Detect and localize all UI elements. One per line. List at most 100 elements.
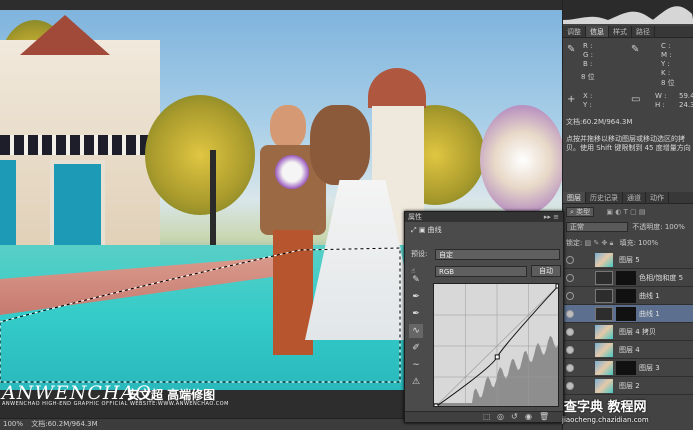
eyedropper-icon: ✎ [567, 44, 576, 55]
info-hint-text: 点按并拖移以移动图层或移动选区的拷贝。使用 Shift 键限制到 45 度增量方… [566, 135, 691, 152]
curve-control-point[interactable] [434, 403, 439, 407]
lock-icons[interactable]: ▨ ✎ ✥ 🔒︎ [585, 239, 614, 247]
layer-name: 图层 5 [619, 256, 640, 264]
visibility-icon[interactable]: ◉ [525, 412, 532, 421]
layer-row[interactable]: 图层 3 [563, 359, 693, 377]
lock-row: 锁定: ▨ ✎ ✥ 🔒︎ 填充: 100% [563, 236, 693, 250]
pencil-icon[interactable]: ✐ [409, 341, 423, 355]
layer-row[interactable]: 色相/饱和度 5 [563, 269, 693, 287]
eye-icon[interactable] [566, 274, 574, 282]
channel-select[interactable]: RGB [435, 266, 527, 277]
selection-size-icon: ▭ [631, 94, 641, 105]
right-panel-dock: 调整 信息 样式 路径 ✎ R : G : B : 8 位 ✎ C : M : … [562, 0, 693, 430]
layer-filter-select[interactable]: ⌕ 类型 [566, 207, 595, 217]
adjustment-thumb[interactable] [595, 271, 613, 285]
layer-mask-thumb[interactable] [616, 307, 636, 321]
info-y-coord: Y : [583, 101, 592, 109]
site-watermark: 查字典 教程网 jiaocheng.chazidian.com [560, 396, 693, 430]
zoom-level[interactable]: 100% [3, 420, 23, 428]
layer-row[interactable]: 图层 5 [563, 251, 693, 269]
trash-icon[interactable]: 🗑︎ [539, 412, 549, 421]
smooth-icon[interactable]: ∼ [409, 358, 423, 372]
properties-titlebar[interactable]: 属性 ▸▸ ≡ [405, 212, 563, 222]
layer-name: 曲线 1 [639, 310, 660, 318]
layer-mask-thumb[interactable] [616, 271, 636, 285]
info-b: B : [583, 60, 593, 68]
eye-icon[interactable] [566, 328, 574, 336]
opacity-label: 不透明度: [632, 223, 663, 231]
layer-row[interactable]: 曲线 1 [563, 287, 693, 305]
auto-button[interactable]: 自动 [531, 265, 561, 277]
eyedropper-icon-2: ✎ [631, 44, 640, 55]
eye-icon[interactable] [566, 364, 574, 372]
eye-icon[interactable] [566, 382, 574, 390]
histogram-graph [563, 6, 693, 24]
curves-svg[interactable] [434, 284, 559, 407]
photo-watermark: ANWENCHAO 安文超 高端修图 ANWENCHAO HIGH-END GR… [0, 380, 420, 410]
layer-name: 色相/饱和度 5 [639, 274, 684, 282]
fill-label: 填充: [619, 239, 636, 247]
eye-icon[interactable] [566, 292, 574, 300]
adjustment-thumb[interactable] [595, 289, 613, 303]
curve-control-point[interactable] [494, 354, 500, 360]
info-doc-size: 文档:60.2M/964.3M [566, 118, 633, 126]
layer-row[interactable]: 图层 2 [563, 377, 693, 395]
blend-mode-select[interactable]: 正常 [566, 222, 628, 232]
eye-icon[interactable] [566, 256, 574, 264]
layer-row[interactable]: 图层 4 [563, 341, 693, 359]
lock-label: 锁定: [566, 239, 583, 247]
fill-value[interactable]: 100% [638, 239, 658, 247]
tab-paths[interactable]: 路径 [632, 26, 655, 37]
layer-mask-thumb[interactable] [616, 361, 636, 375]
tab-info[interactable]: 信息 [586, 26, 609, 37]
info-rgb-bits: 8 位 [581, 73, 595, 81]
clip-to-layer-icon[interactable]: ⬚ [483, 412, 491, 421]
doc-size: 文档:60.2M/964.3M [31, 420, 98, 428]
crosshair-icon: + [567, 94, 576, 105]
eye-icon[interactable] [566, 346, 574, 354]
filter-icons[interactable]: ▣ ◐ T ▢ ▤ [606, 208, 645, 216]
layer-row[interactable]: 曲线 1 [563, 305, 693, 323]
adjustment-thumb[interactable] [595, 307, 613, 321]
reset-icon[interactable]: ↺ [511, 412, 518, 421]
layer-thumb[interactable] [595, 361, 613, 375]
properties-title: 属性 [408, 213, 422, 221]
preset-select[interactable]: 自定 [435, 249, 560, 260]
layer-thumb[interactable] [595, 379, 613, 393]
layer-name: 图层 2 [619, 382, 640, 390]
adjustment-header: ⤢ ▣ 曲线 [405, 224, 565, 237]
tab-styles[interactable]: 样式 [609, 26, 632, 37]
eye-icon[interactable] [566, 310, 574, 318]
tab-actions[interactable]: 动作 [646, 192, 669, 203]
tab-history[interactable]: 历史记录 [586, 192, 623, 203]
info-m: M : [661, 51, 672, 59]
layer-thumb[interactable] [595, 325, 613, 339]
layer-name: 曲线 1 [639, 292, 660, 300]
eyedropper-black-icon[interactable]: ✒ [409, 290, 423, 304]
tab-layers[interactable]: 图层 [563, 192, 586, 203]
info-k: K : [661, 69, 671, 77]
adjustment-name: 曲线 [427, 226, 442, 234]
target-adjust-icon[interactable]: ✎ [409, 273, 423, 287]
info-g: G : [583, 51, 594, 59]
tab-adjustments[interactable]: 调整 [563, 26, 586, 37]
info-y: Y : [661, 60, 670, 68]
panel-menu-icon[interactable]: ▸▸ ≡ [544, 212, 559, 222]
tab-channels[interactable]: 通道 [623, 192, 646, 203]
curves-graph[interactable] [433, 283, 559, 407]
layer-thumb[interactable] [595, 253, 613, 267]
opacity-value[interactable]: 100% [665, 223, 685, 231]
layer-thumb[interactable] [595, 343, 613, 357]
warning-icon[interactable]: ⚠ [409, 375, 423, 389]
layer-name: 图层 3 [639, 364, 660, 372]
info-panel-tabs: 调整 信息 样式 路径 [563, 26, 693, 38]
eyedropper-gray-icon[interactable]: ✒ [409, 307, 423, 321]
curve-control-point[interactable] [555, 284, 559, 289]
info-h-value: 24.3 [679, 101, 693, 109]
properties-bottom-bar: ⬚ ◎ ↺ ◉ 🗑︎ [405, 411, 563, 422]
layer-row[interactable]: 图层 4 拷贝 [563, 323, 693, 341]
curve-edit-icon[interactable]: ∿ [409, 324, 423, 338]
view-previous-icon[interactable]: ◎ [497, 412, 504, 421]
curve-tools: ✎ ✒ ✒ ∿ ✐ ∼ ⚠ [406, 270, 426, 415]
layer-mask-thumb[interactable] [616, 289, 636, 303]
